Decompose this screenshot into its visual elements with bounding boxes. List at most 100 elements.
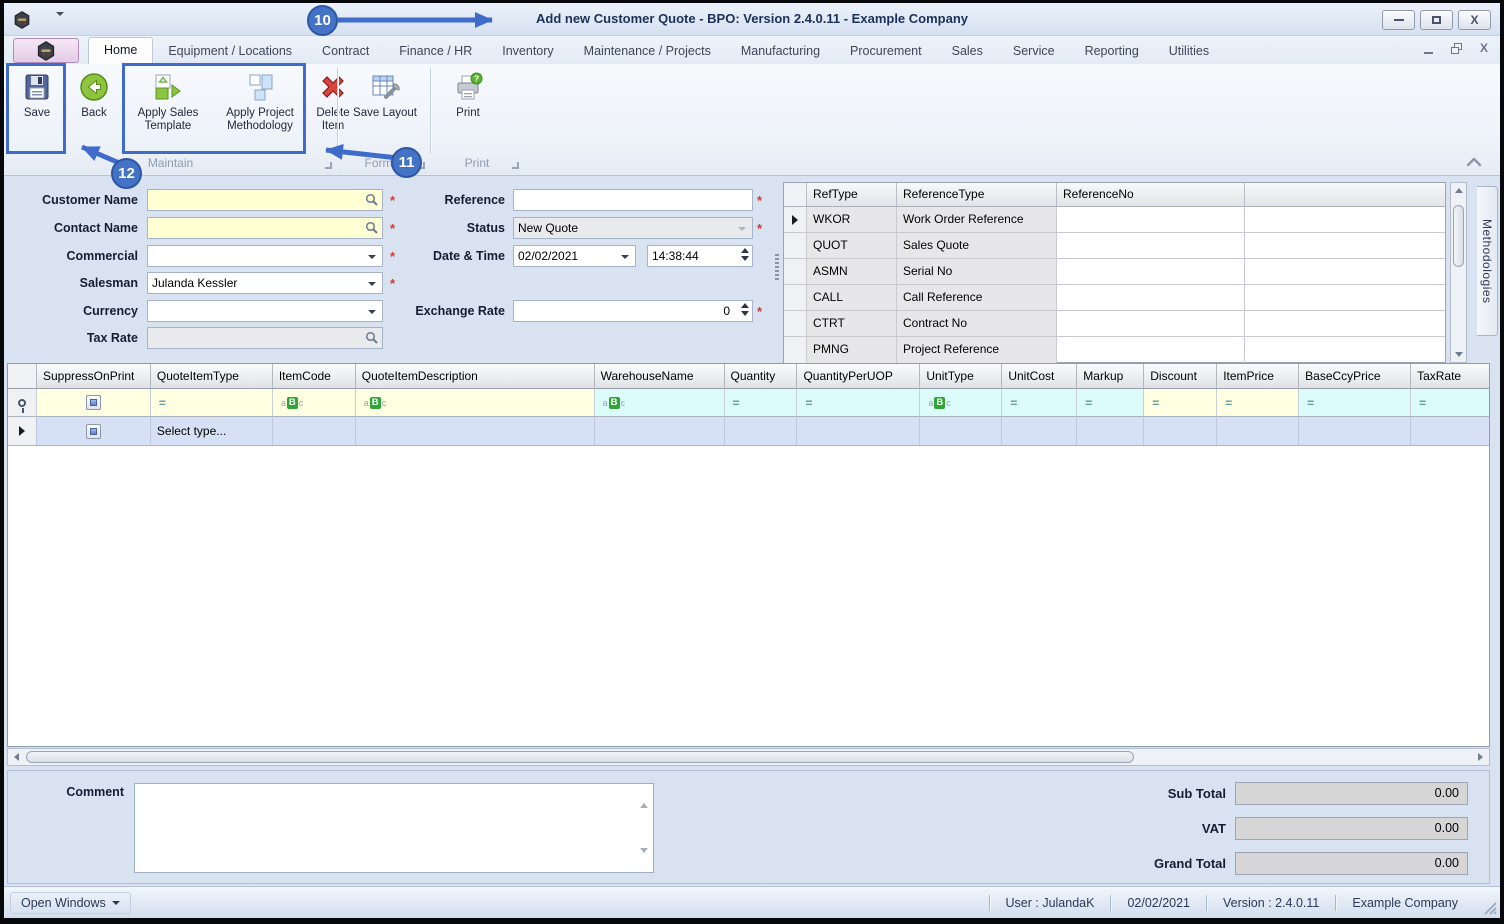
search-icon[interactable]	[365, 193, 379, 213]
reference-row[interactable]: WKOR Work Order Reference	[784, 207, 1445, 233]
filter-suppressonprint[interactable]	[36, 389, 151, 417]
cell-itemcode[interactable]	[272, 417, 356, 446]
cell-baseccyprice[interactable]	[1299, 417, 1412, 446]
group-expand-icon[interactable]	[512, 162, 519, 169]
col-unittype[interactable]: UnitType	[920, 364, 1003, 389]
spin-up-icon[interactable]	[741, 248, 749, 253]
cell-quoteitemdescription[interactable]	[355, 417, 595, 446]
tab-home[interactable]: Home	[88, 37, 154, 64]
time-spinner[interactable]	[741, 248, 749, 261]
col-quantityperuop[interactable]: QuantityPerUOP	[797, 364, 921, 389]
comment-textarea[interactable]	[134, 783, 654, 873]
tab-manufacturing[interactable]: Manufacturing	[726, 39, 835, 64]
search-icon[interactable]	[365, 331, 379, 351]
col-warehousename[interactable]: WarehouseName	[594, 364, 725, 389]
referenceno-cell[interactable]	[1057, 285, 1245, 310]
spin-down-icon[interactable]	[741, 311, 749, 316]
tab-reporting[interactable]: Reporting	[1070, 39, 1154, 64]
tab-sales[interactable]: Sales	[937, 39, 998, 64]
status-dropdown[interactable]: New Quote	[513, 217, 753, 239]
reference-row[interactable]: PMNG Project Reference	[784, 337, 1445, 363]
cell-unittype[interactable]	[920, 417, 1003, 446]
cell-quoteitemtype[interactable]: Select type...	[150, 417, 273, 446]
cell-taxrate[interactable]	[1411, 417, 1490, 446]
filter-discount[interactable]: =	[1144, 389, 1218, 417]
scroll-left-icon[interactable]	[8, 749, 25, 765]
back-button[interactable]: Back	[68, 66, 120, 152]
checkbox-icon[interactable]	[85, 395, 101, 410]
referencetype-cell[interactable]: Work Order Reference	[897, 207, 1057, 232]
salesman-dropdown[interactable]: Julanda Kessler	[147, 272, 383, 294]
col-markup[interactable]: Markup	[1077, 364, 1145, 389]
referenceno-cell[interactable]	[1057, 337, 1245, 363]
scroll-down-icon[interactable]	[640, 848, 648, 867]
col-quantity[interactable]: Quantity	[724, 364, 798, 389]
reftype-cell[interactable]: PMNG	[807, 337, 897, 363]
scroll-down-icon[interactable]	[1451, 347, 1466, 362]
commercial-dropdown[interactable]	[147, 245, 383, 267]
referencetype-cell[interactable]: Sales Quote	[897, 233, 1057, 258]
splitter-handle[interactable]	[775, 254, 779, 280]
referenceno-cell[interactable]	[1057, 311, 1245, 336]
group-expand-icon[interactable]	[325, 162, 332, 169]
scroll-right-icon[interactable]	[1472, 749, 1489, 765]
tab-service[interactable]: Service	[998, 39, 1070, 64]
mdi-minimize-icon[interactable]	[1423, 51, 1433, 54]
col-unitcost[interactable]: UnitCost	[1002, 364, 1078, 389]
scroll-up-icon[interactable]	[640, 789, 648, 808]
cell-quantityperuop[interactable]	[797, 417, 921, 446]
contact-name-field[interactable]	[147, 217, 383, 239]
tab-procurement[interactable]: Procurement	[835, 39, 937, 64]
date-field[interactable]: 02/02/2021	[513, 245, 636, 267]
cell-warehousename[interactable]	[594, 417, 725, 446]
reference-field[interactable]	[513, 189, 753, 211]
referencetype-cell[interactable]: Call Reference	[897, 285, 1057, 310]
reference-row[interactable]: CALL Call Reference	[784, 285, 1445, 311]
resize-grip[interactable]	[1484, 902, 1497, 915]
reference-row[interactable]: ASMN Serial No	[784, 259, 1445, 285]
chevron-down-icon[interactable]	[368, 282, 376, 286]
spin-up-icon[interactable]	[741, 303, 749, 308]
grid-horizontal-scrollbar[interactable]	[7, 748, 1490, 766]
exchange-rate-spinner[interactable]	[741, 303, 749, 316]
referenceno-cell[interactable]	[1057, 233, 1245, 258]
ribbon-group-maintain[interactable]: Maintain	[5, 152, 336, 174]
filter-itemcode[interactable]: aBc	[272, 389, 356, 417]
tab-utilities[interactable]: Utilities	[1154, 39, 1224, 64]
col-itemprice[interactable]: ItemPrice	[1217, 364, 1300, 389]
filter-quoteitemtype[interactable]: =	[150, 389, 273, 417]
col-discount[interactable]: Discount	[1144, 364, 1218, 389]
mdi-restore-icon[interactable]	[1450, 43, 1462, 54]
col-taxrate[interactable]: TaxRate	[1411, 364, 1490, 389]
referenceno-cell[interactable]	[1057, 259, 1245, 284]
col-baseccyprice[interactable]: BaseCcyPrice	[1299, 364, 1412, 389]
col-reftype[interactable]: RefType	[807, 183, 897, 206]
reference-row[interactable]: QUOT Sales Quote	[784, 233, 1445, 259]
filter-baseccyprice[interactable]: =	[1299, 389, 1412, 417]
collapse-ribbon-icon[interactable]	[1466, 156, 1482, 170]
maximize-button[interactable]	[1420, 10, 1453, 30]
scrollbar-thumb[interactable]	[1453, 205, 1464, 267]
reftype-cell[interactable]: ASMN	[807, 259, 897, 284]
cell-quantity[interactable]	[724, 417, 798, 446]
col-referencetype[interactable]: ReferenceType	[897, 183, 1057, 206]
tab-finance-hr[interactable]: Finance / HR	[384, 39, 487, 64]
currency-dropdown[interactable]	[147, 300, 383, 322]
tab-contract[interactable]: Contract	[307, 39, 384, 64]
search-icon[interactable]	[365, 221, 379, 241]
reference-grid-scrollbar[interactable]	[1450, 182, 1467, 363]
customer-name-field[interactable]	[147, 189, 383, 211]
referencetype-cell[interactable]: Serial No	[897, 259, 1057, 284]
tab-maintenance-projects[interactable]: Maintenance / Projects	[569, 39, 726, 64]
filter-unittype[interactable]: aBc	[920, 389, 1003, 417]
filter-markup[interactable]: =	[1077, 389, 1145, 417]
chevron-down-icon[interactable]	[368, 310, 376, 314]
reference-row[interactable]: CTRT Contract No	[784, 311, 1445, 337]
exchange-rate-field[interactable]: 0	[513, 300, 753, 322]
tab-methodologies[interactable]: Methodologies	[1477, 186, 1498, 336]
save-layout-button[interactable]: Save Layout	[342, 66, 428, 152]
col-itemcode[interactable]: ItemCode	[272, 364, 356, 389]
print-button[interactable]: ? Print	[438, 66, 498, 152]
filter-quoteitemdescription[interactable]: aBc	[355, 389, 595, 417]
filter-unitcost[interactable]: =	[1002, 389, 1078, 417]
